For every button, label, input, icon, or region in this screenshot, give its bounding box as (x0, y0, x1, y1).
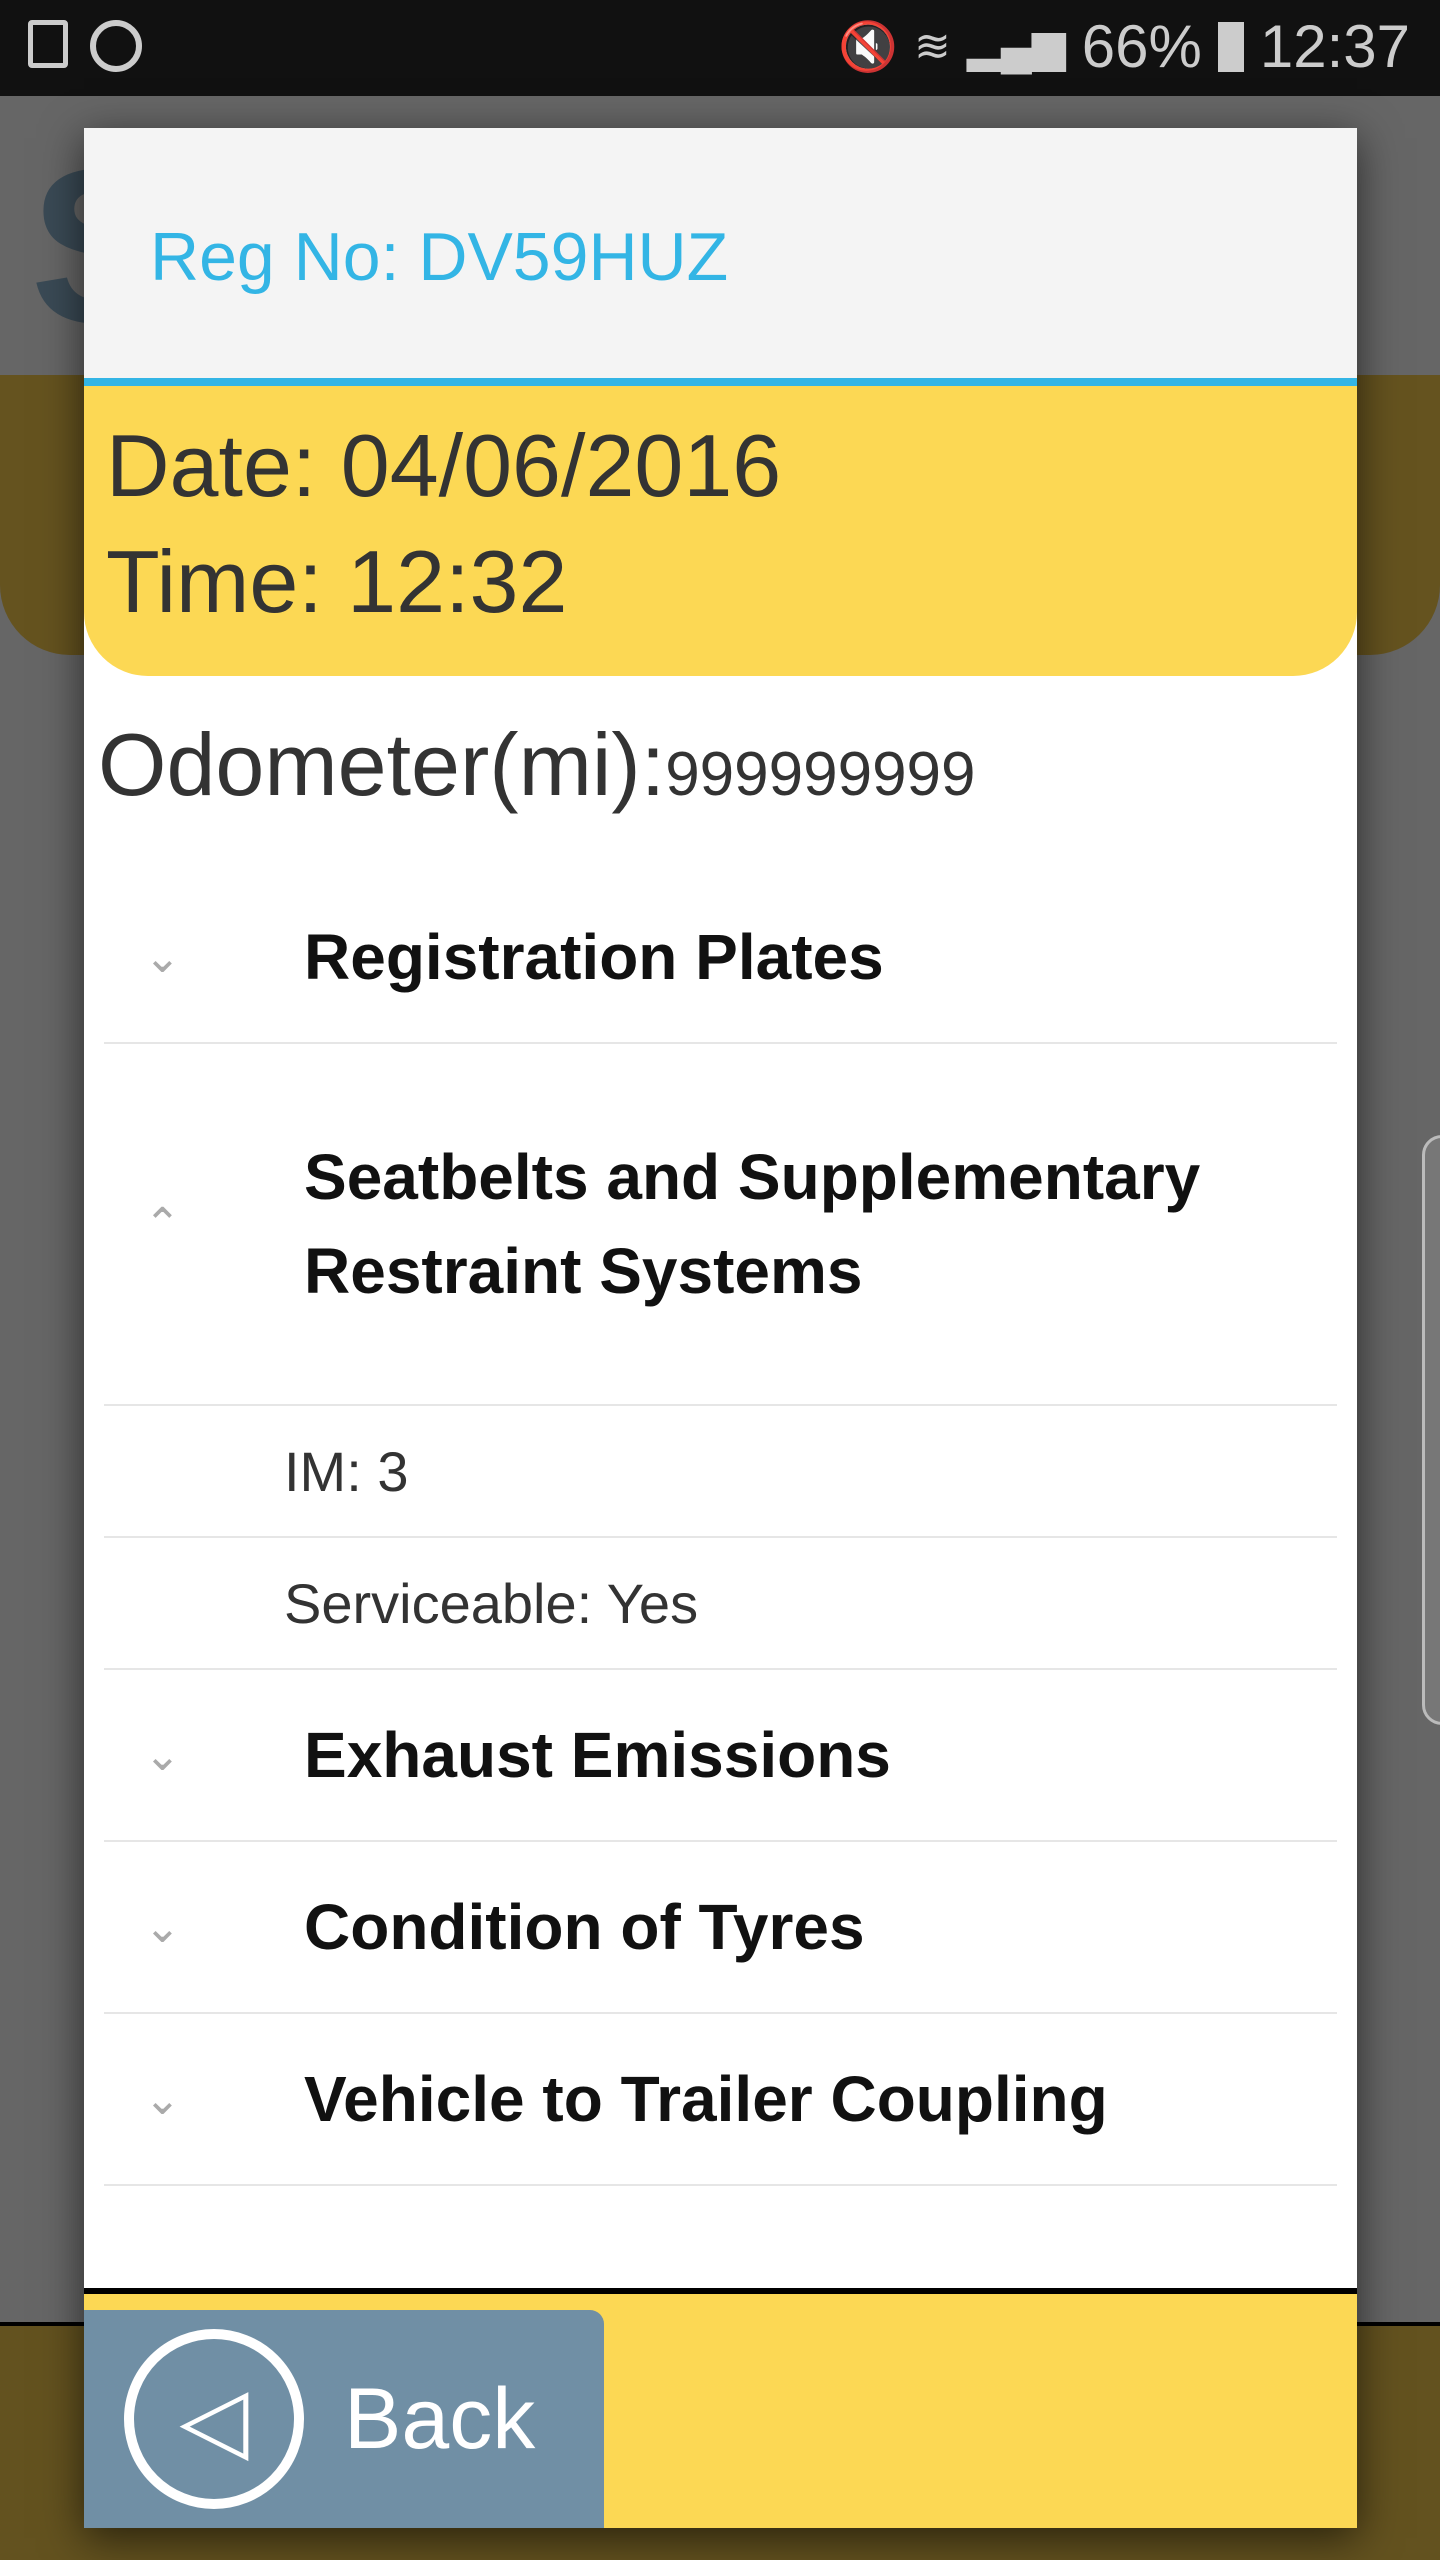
detail-serviceable: Serviceable: Yes (104, 1538, 1337, 1670)
section-label: Condition of Tyres (304, 1891, 865, 1963)
inspection-dialog: Reg No: DV59HUZ Date: 04/06/2016 Time: 1… (84, 128, 1357, 2528)
section-seatbelts[interactable]: ⌃ Seatbelts and Supplementary Restraint … (104, 1044, 1337, 1406)
section-label: Exhaust Emissions (304, 1719, 891, 1791)
date-text: Date: 04/06/2016 (106, 416, 782, 515)
dialog-footer: ◁ Back (84, 2288, 1357, 2528)
clock: 12:37 (1259, 13, 1410, 80)
time-text: Time: 12:32 (106, 532, 568, 631)
chevron-down-icon: ⌄ (144, 2074, 181, 2124)
section-registration-plates[interactable]: ⌄ Registration Plates (104, 872, 1337, 1044)
battery-percent: 66% (1081, 13, 1202, 80)
signal-icon: ▂▄▆ (966, 22, 1066, 71)
wifi-icon: ≋ (914, 22, 951, 71)
odometer: Odometer(mi):999999999 (84, 676, 1357, 872)
mute-vibrate-icon: 🔇 (838, 21, 899, 74)
back-button[interactable]: ◁ Back (84, 2310, 604, 2528)
section-exhaust-emissions[interactable]: ⌄ Exhaust Emissions (104, 1670, 1337, 1842)
detail-im: IM: 3 (104, 1406, 1337, 1538)
background-scroll-handle (1422, 1135, 1440, 1725)
section-label: Vehicle to Trailer Coupling (304, 2063, 1108, 2135)
back-label: Back (344, 2370, 536, 2467)
section-vehicle-trailer-coupling[interactable]: ⌄ Vehicle to Trailer Coupling (104, 2014, 1337, 2186)
chevron-down-icon: ⌄ (144, 932, 181, 982)
section-condition-of-tyres[interactable]: ⌄ Condition of Tyres (104, 1842, 1337, 2014)
section-label: Seatbelts and Supplementary Restraint Sy… (304, 1141, 1201, 1307)
chevron-down-icon: ⌄ (144, 1730, 181, 1780)
section-label: Registration Plates (304, 921, 884, 993)
date-time-box: Date: 04/06/2016 Time: 12:32 (84, 386, 1357, 676)
odometer-label: Odometer(mi): (98, 715, 666, 814)
battery-icon (1217, 21, 1244, 72)
gallery-icon (28, 20, 68, 68)
dialog-title: Reg No: DV59HUZ (84, 128, 1357, 386)
odometer-value: 999999999 (665, 740, 976, 809)
back-arrow-icon: ◁ (124, 2329, 304, 2509)
chevron-down-icon: ⌄ (144, 1902, 181, 1952)
status-bar: 🔇 ≋ ▂▄▆ 66% 12:37 (0, 0, 1440, 96)
power-sync-icon (90, 20, 142, 72)
chevron-up-icon: ⌃ (144, 1199, 181, 1249)
